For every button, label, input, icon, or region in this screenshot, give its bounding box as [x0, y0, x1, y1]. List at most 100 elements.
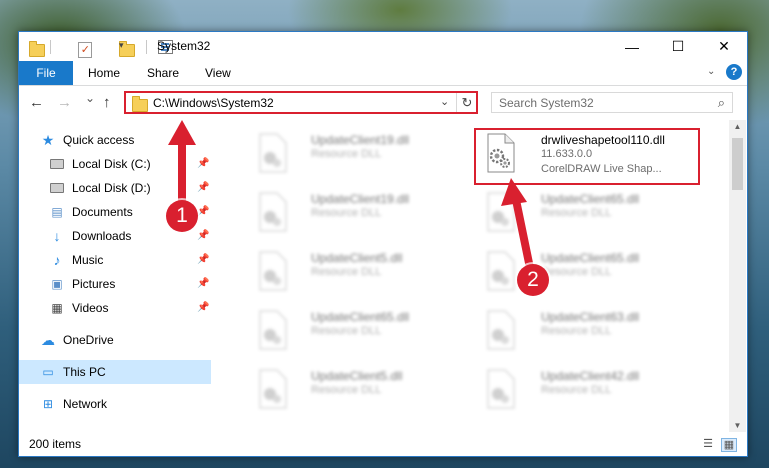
- tab-view[interactable]: View: [205, 61, 231, 85]
- highlight-box: [474, 128, 700, 185]
- divider: [146, 40, 147, 54]
- videos-icon: ▦: [51, 301, 63, 315]
- file-tile[interactable]: UpdateClient19.dll Resource DLL: [236, 128, 472, 184]
- address-bar[interactable]: C:\Windows\System32 ⌄ ↻: [124, 91, 478, 114]
- large-icons-view-icon[interactable]: ▦: [721, 438, 737, 452]
- sidebar-item-label: Quick access: [63, 133, 135, 147]
- file-name: UpdateClient19.dll: [311, 133, 410, 147]
- sidebar-item-local-disk-d[interactable]: Local Disk (D:) 📌: [19, 176, 211, 200]
- file-name: UpdateClient63.dll: [541, 310, 640, 324]
- dll-file-icon: [259, 192, 287, 232]
- up-arrow-icon[interactable]: ↑: [103, 94, 111, 111]
- file-tile[interactable]: UpdateClient65.dll Resource DLL: [236, 305, 472, 361]
- file-tile[interactable]: UpdateClient42.dll Resource DLL: [474, 364, 710, 420]
- pin-icon[interactable]: 📌: [197, 230, 209, 241]
- pin-icon[interactable]: 📌: [197, 206, 209, 217]
- dll-file-icon: [259, 369, 287, 409]
- dll-file-icon: [259, 133, 287, 173]
- tab-home[interactable]: Home: [88, 61, 120, 85]
- refresh-icon[interactable]: ↻: [456, 93, 477, 112]
- step-2-badge: 2: [517, 264, 549, 296]
- file-type: Resource DLL: [541, 266, 612, 278]
- chevron-down-icon[interactable]: ▾: [119, 40, 124, 51]
- pin-icon[interactable]: 📌: [197, 302, 209, 313]
- file-name: UpdateClient42.dll: [541, 369, 640, 383]
- star-icon: ★: [41, 131, 55, 148]
- address-dropdown-chevron-icon[interactable]: ⌄: [440, 95, 449, 108]
- dll-file-icon: [487, 192, 515, 232]
- forward-arrow-icon[interactable]: →: [57, 94, 72, 111]
- item-count: 200 items: [29, 437, 82, 451]
- pin-icon[interactable]: 📌: [197, 182, 209, 193]
- sidebar-item-label: Downloads: [72, 229, 132, 243]
- download-icon: ↓: [53, 228, 61, 244]
- sidebar-item-videos[interactable]: ▦ Videos 📌: [19, 296, 211, 320]
- pictures-icon: ▣: [51, 277, 63, 291]
- details-view-icon[interactable]: ☰: [701, 438, 715, 450]
- search-icon[interactable]: ⌕: [718, 95, 725, 111]
- scroll-up-icon[interactable]: ▲: [729, 122, 746, 131]
- file-tile[interactable]: UpdateClient65.dll Resource DLL: [474, 246, 710, 302]
- file-type: Resource DLL: [311, 384, 382, 396]
- sidebar-item-quick-access[interactable]: ★ Quick access: [19, 128, 211, 152]
- file-type: Resource DLL: [541, 207, 612, 219]
- file-tile[interactable]: UpdateClient5.dll Resource DLL: [236, 246, 472, 302]
- file-type: Resource DLL: [541, 325, 612, 337]
- sidebar-item-label: Documents: [72, 205, 133, 219]
- search-box[interactable]: Search System32 ⌕: [491, 92, 733, 113]
- close-button[interactable]: ✕: [701, 32, 747, 61]
- file-name: UpdateClient65.dll: [311, 310, 410, 324]
- scrollbar-thumb[interactable]: [732, 138, 743, 190]
- cloud-icon: ☁: [41, 331, 55, 348]
- file-tile[interactable]: UpdateClient5.dll Resource DLL: [236, 364, 472, 420]
- dll-file-icon: [487, 369, 515, 409]
- pin-icon[interactable]: 📌: [197, 254, 209, 265]
- properties-checkmark-icon[interactable]: ✓: [78, 42, 93, 58]
- vertical-scrollbar[interactable]: ▲ ▼: [729, 120, 746, 432]
- file-explorer-window: ✓ ▾ System32 — ☐ ✕ File Home Share View …: [18, 31, 748, 457]
- pin-icon[interactable]: 📌: [197, 278, 209, 289]
- file-list: UpdateClient19.dll Resource DLL UpdateCl…: [211, 120, 729, 432]
- tab-file[interactable]: File: [19, 61, 73, 85]
- status-bar: 200 items ☰ ▦: [19, 432, 747, 456]
- search-placeholder[interactable]: Search System32: [499, 96, 594, 110]
- back-arrow-icon[interactable]: ←: [29, 94, 44, 111]
- divider: [50, 40, 51, 54]
- sidebar-item-label: Pictures: [72, 277, 116, 291]
- file-name: UpdateClient65.dll: [541, 192, 640, 206]
- sidebar-item-local-disk-c[interactable]: Local Disk (C:) 📌: [19, 152, 211, 176]
- tab-share[interactable]: Share: [147, 61, 179, 85]
- navigation-pane: ★ Quick access Local Disk (C:) 📌 Local D…: [19, 120, 211, 432]
- computer-icon: ▭: [42, 365, 54, 379]
- file-type: Resource DLL: [311, 148, 382, 160]
- file-tile[interactable]: UpdateClient65.dll Resource DLL: [474, 187, 710, 243]
- scroll-down-icon[interactable]: ▼: [729, 421, 746, 430]
- expand-ribbon-chevron-icon[interactable]: ⌄: [707, 66, 715, 77]
- address-path[interactable]: C:\Windows\System32: [153, 96, 274, 110]
- maximize-button[interactable]: ☐: [655, 32, 701, 61]
- navigation-bar: ← → ⌄ ↑ C:\Windows\System32 ⌄ ↻ Search S…: [19, 86, 747, 120]
- sidebar-item-pictures[interactable]: ▣ Pictures 📌: [19, 272, 211, 296]
- sidebar-item-music[interactable]: ♪ Music 📌: [19, 248, 211, 272]
- minimize-button[interactable]: —: [609, 32, 655, 61]
- folder-icon: [132, 96, 148, 112]
- sidebar-item-network[interactable]: ⊞ Network: [19, 392, 211, 416]
- file-type: Resource DLL: [311, 325, 382, 337]
- file-type: Resource DLL: [541, 384, 612, 396]
- help-icon[interactable]: ?: [726, 64, 742, 80]
- file-name: UpdateClient5.dll: [311, 251, 403, 265]
- sidebar-item-label: Local Disk (D:): [72, 181, 151, 195]
- folder-icon: [29, 41, 45, 57]
- sidebar-item-this-pc[interactable]: ▭ This PC: [19, 360, 211, 384]
- sidebar-item-label: Videos: [72, 301, 109, 315]
- file-name: UpdateClient19.dll: [311, 192, 410, 206]
- pin-icon[interactable]: 📌: [197, 158, 209, 169]
- step-1-badge: 1: [166, 200, 198, 232]
- window-title: System32: [157, 39, 211, 53]
- sidebar-item-onedrive[interactable]: ☁ OneDrive: [19, 328, 211, 352]
- recent-locations-chevron-icon[interactable]: ⌄: [85, 91, 95, 105]
- file-tile[interactable]: UpdateClient19.dll Resource DLL: [236, 187, 472, 243]
- file-type: Resource DLL: [311, 266, 382, 278]
- ribbon-tabs: File Home Share View ⌄ ?: [19, 61, 747, 86]
- file-tile[interactable]: UpdateClient63.dll Resource DLL: [474, 305, 710, 361]
